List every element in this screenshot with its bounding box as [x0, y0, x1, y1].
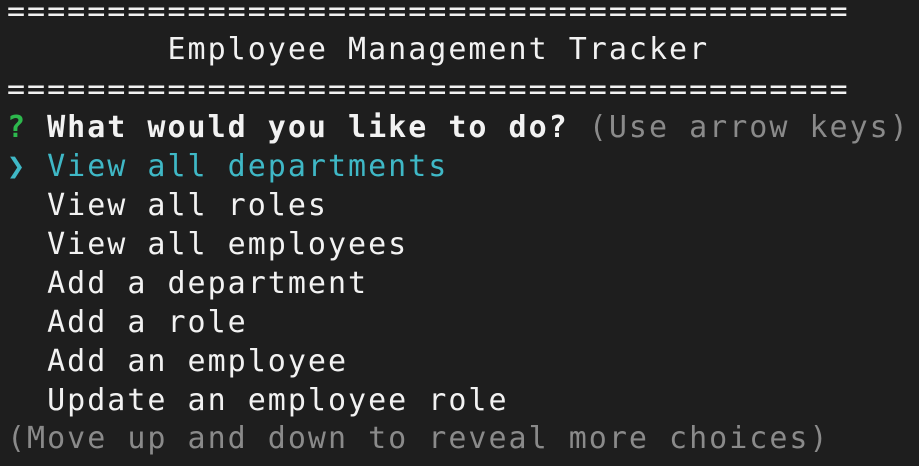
- menu-choice-view-all-employees[interactable]: View all employees: [7, 225, 408, 264]
- menu-choice-label: Update an employee role: [47, 383, 509, 418]
- menu-choice-add-a-department[interactable]: Add a department: [7, 264, 368, 303]
- banner-top-rule: ========================================…: [7, 0, 850, 29]
- menu-choice-label: Add an employee: [47, 344, 349, 379]
- menu-choice-view-all-roles[interactable]: View all roles: [7, 186, 328, 225]
- menu-choice-label: Add a department: [47, 266, 369, 301]
- terminal-window: ========================================…: [0, 0, 919, 466]
- prompt-question: What would you like to do?: [47, 110, 569, 145]
- banner-title: Employee Management Tracker: [7, 32, 710, 67]
- menu-choice-update-an-employee-role[interactable]: Update an employee role: [7, 381, 509, 420]
- menu-choice-label: View all employees: [47, 227, 409, 262]
- prompt-line: ? What would you like to do? (Use arrow …: [7, 108, 910, 147]
- footer-hint: (Move up and down to reveal more choices…: [7, 421, 830, 456]
- menu-choice-label: Add a role: [47, 305, 248, 340]
- banner-bottom-rule: ========================================…: [7, 72, 850, 107]
- menu-choice-add-a-role[interactable]: Add a role: [7, 303, 248, 342]
- pointer-icon: ❯: [7, 149, 28, 184]
- menu-choice-label: View all roles: [47, 188, 328, 223]
- menu-choice-add-an-employee[interactable]: Add an employee: [7, 342, 348, 381]
- prompt-hint: (Use arrow keys): [588, 110, 910, 145]
- menu-choice-view-all-departments[interactable]: ❯ View all departments: [7, 147, 448, 186]
- menu-choice-label: View all departments: [47, 149, 449, 184]
- question-mark-icon: ?: [7, 110, 28, 145]
